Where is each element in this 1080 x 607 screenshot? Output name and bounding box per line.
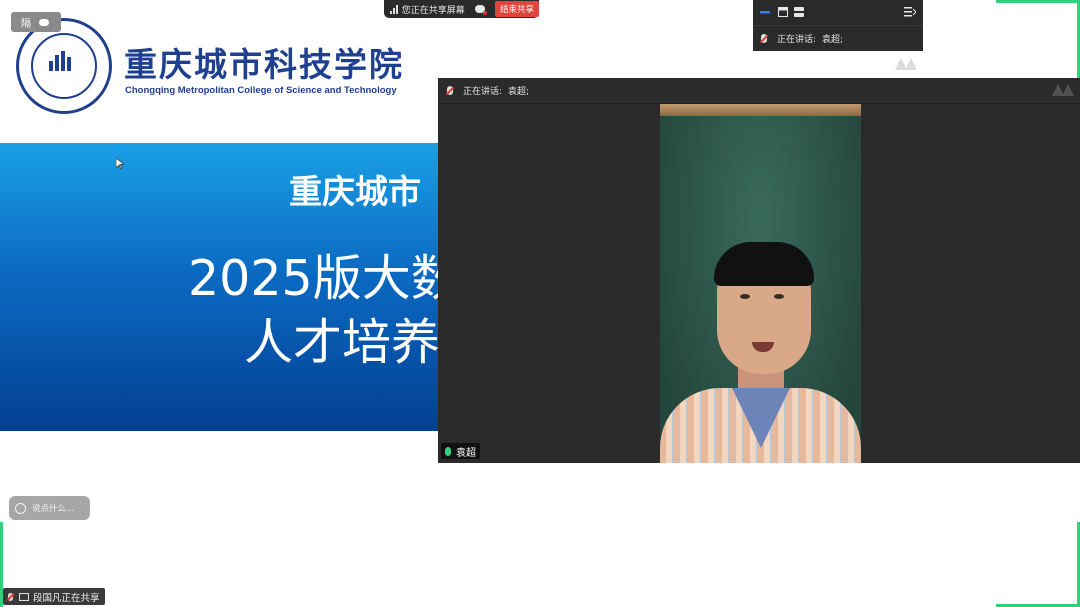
school-logo xyxy=(16,18,112,114)
emoji-icon[interactable] xyxy=(15,502,26,514)
sharing-status-bar: 段国凡正在共享 xyxy=(3,588,105,605)
layout-toolbar xyxy=(753,0,923,26)
video-window-header: 正在讲话: 袁超; xyxy=(438,78,1080,104)
slide-title-line2: 人才培养 xyxy=(244,314,440,371)
mic-muted-icon xyxy=(761,34,767,43)
person-eye-left xyxy=(740,294,750,299)
mic-muted-icon xyxy=(8,592,13,601)
slide-title-line1: 2025版大数 xyxy=(188,250,440,307)
logo-emblem-icon xyxy=(49,51,73,71)
screen-share-toolbar: 您正在共享屏幕 结束共享 xyxy=(384,0,539,18)
speaking-name: 袁超; xyxy=(822,35,844,45)
share-border-top-right-h xyxy=(996,0,1080,3)
mouse-cursor-icon xyxy=(116,158,124,170)
chat-placeholder: 说点什么... xyxy=(32,504,75,514)
slide-heading: 重庆城市 xyxy=(289,172,421,211)
list-layout-icon[interactable] xyxy=(794,7,804,17)
video-window[interactable]: 正在讲话: 袁超; xyxy=(438,78,1080,463)
speaking-label: 正在讲话: xyxy=(463,87,503,97)
sharing-status-text: 段国凡正在共享 xyxy=(33,592,100,604)
speaking-name: 袁超; xyxy=(508,87,530,97)
participant-name-tag: 袁超 xyxy=(441,443,480,459)
participant-name: 袁超 xyxy=(456,447,476,459)
chat-input[interactable]: 说点什么... xyxy=(9,496,90,520)
end-share-button[interactable]: 结束共享 xyxy=(494,1,539,17)
active-speaker-row: 正在讲话: 袁超; xyxy=(753,26,923,70)
screen-share-icon xyxy=(19,592,29,601)
slide-title-band: 重庆城市 2025版大数 人才培养 xyxy=(0,143,440,431)
school-name-cn: 重庆城市科技学院 xyxy=(124,45,404,84)
app-watermark-icon xyxy=(895,58,917,70)
collapse-panel-icon[interactable] xyxy=(904,7,916,17)
school-name-en: Chongqing Metropolitan College of Scienc… xyxy=(125,85,397,96)
participant-video-feed xyxy=(660,104,861,463)
floating-chip[interactable]: 隔 xyxy=(11,12,61,32)
chip-label: 隔 xyxy=(21,18,31,30)
cloud-icon xyxy=(39,18,49,26)
slide-header: 重庆城市科技学院 Chongqing Metropolitan College … xyxy=(0,0,440,143)
top-right-panel: 正在讲话: 袁超; xyxy=(753,0,923,70)
cloud-record-icon[interactable] xyxy=(474,5,488,15)
signal-strength-icon xyxy=(390,4,398,14)
window-layout-icon[interactable] xyxy=(778,7,788,17)
person-eye-right xyxy=(774,294,784,299)
speaking-label: 正在讲话: xyxy=(777,35,817,45)
blackboard-frame xyxy=(660,104,861,116)
speaker-view-icon[interactable] xyxy=(760,7,770,17)
mic-active-icon xyxy=(445,446,451,456)
sharing-status-text: 您正在共享屏幕 xyxy=(401,5,465,16)
app-watermark-icon xyxy=(1052,84,1074,96)
person-hair xyxy=(714,242,814,286)
mic-muted-icon xyxy=(447,86,453,95)
